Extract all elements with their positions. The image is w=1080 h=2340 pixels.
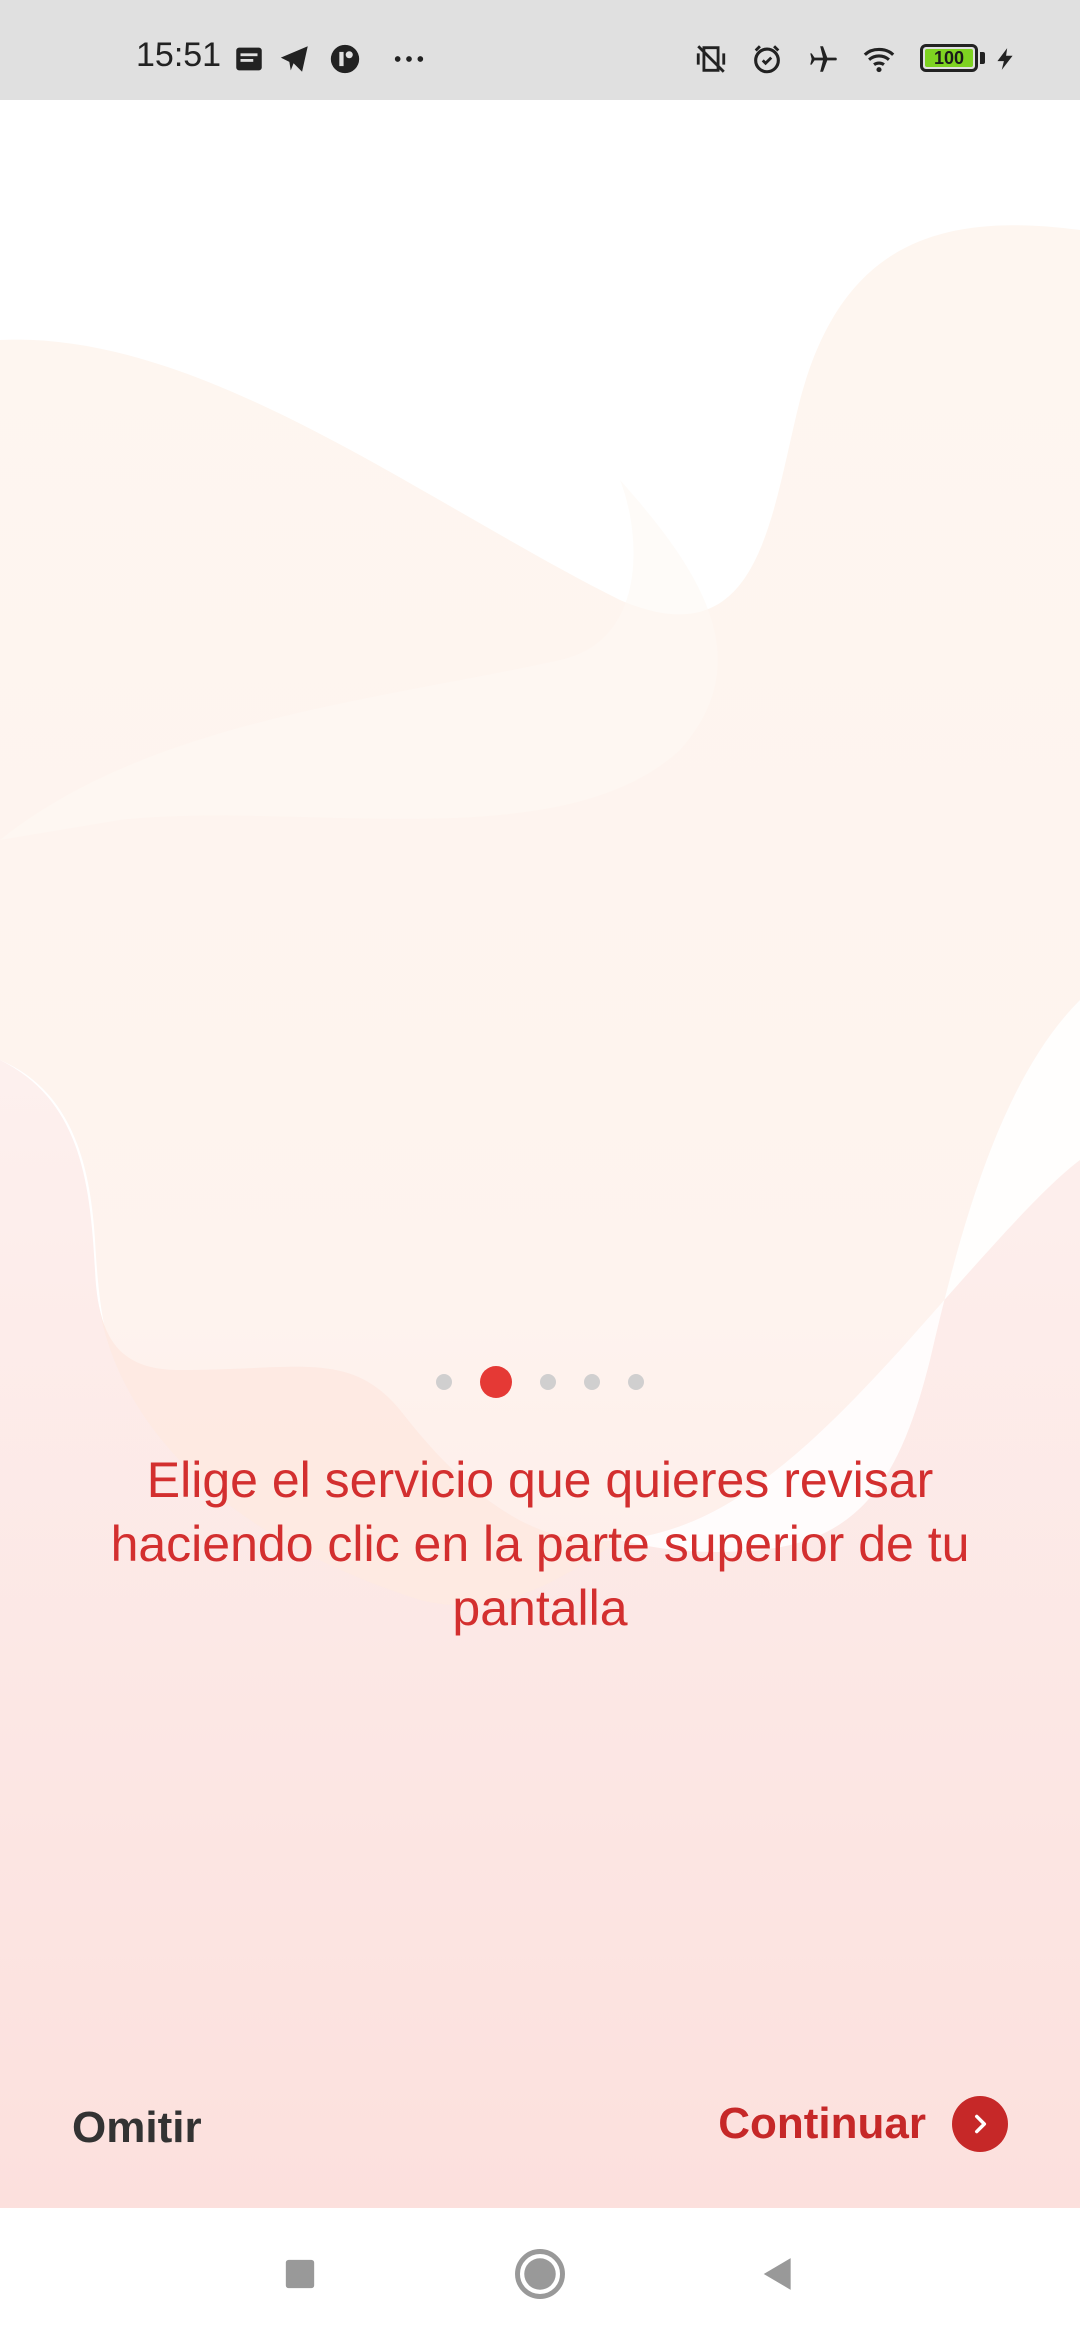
- page-dot[interactable]: [436, 1374, 452, 1390]
- navigation-bar: [0, 2208, 1080, 2340]
- wifi-icon: [862, 42, 896, 76]
- page-dot[interactable]: [584, 1374, 600, 1390]
- airplane-icon: [806, 42, 840, 76]
- home-icon[interactable]: [510, 2244, 570, 2304]
- page-dot[interactable]: [540, 1374, 556, 1390]
- status-bar: 15:51 100: [0, 0, 1080, 100]
- onboarding-screen: Elige el servicio que quieres revisar ha…: [0, 100, 1080, 2208]
- back-icon[interactable]: [748, 2244, 808, 2304]
- continue-button[interactable]: Continuar: [718, 2096, 1008, 2152]
- message-icon: [232, 42, 266, 76]
- charging-icon: [992, 42, 1018, 76]
- status-time: 15:51: [136, 36, 222, 74]
- battery-icon: 100: [920, 44, 978, 72]
- battery-cap: [980, 52, 985, 64]
- page-dot[interactable]: [628, 1374, 644, 1390]
- chevron-right-icon: [952, 2096, 1008, 2152]
- onboarding-message: Elige el servicio que quieres revisar ha…: [110, 1452, 970, 1636]
- app-icon: [328, 42, 362, 76]
- recents-icon[interactable]: [270, 2244, 330, 2304]
- alarm-icon: [750, 42, 784, 76]
- background-waves: [0, 100, 1080, 2208]
- continue-label: Continuar: [718, 2099, 926, 2148]
- more-dots-icon: [392, 42, 426, 76]
- telegram-icon: [278, 42, 312, 76]
- vibrate-off-icon: [694, 42, 728, 76]
- page-dot-active[interactable]: [480, 1366, 512, 1398]
- skip-button[interactable]: Omitir: [72, 2100, 202, 2156]
- battery-level: 100: [925, 49, 973, 67]
- page-indicator: [0, 1362, 1080, 1402]
